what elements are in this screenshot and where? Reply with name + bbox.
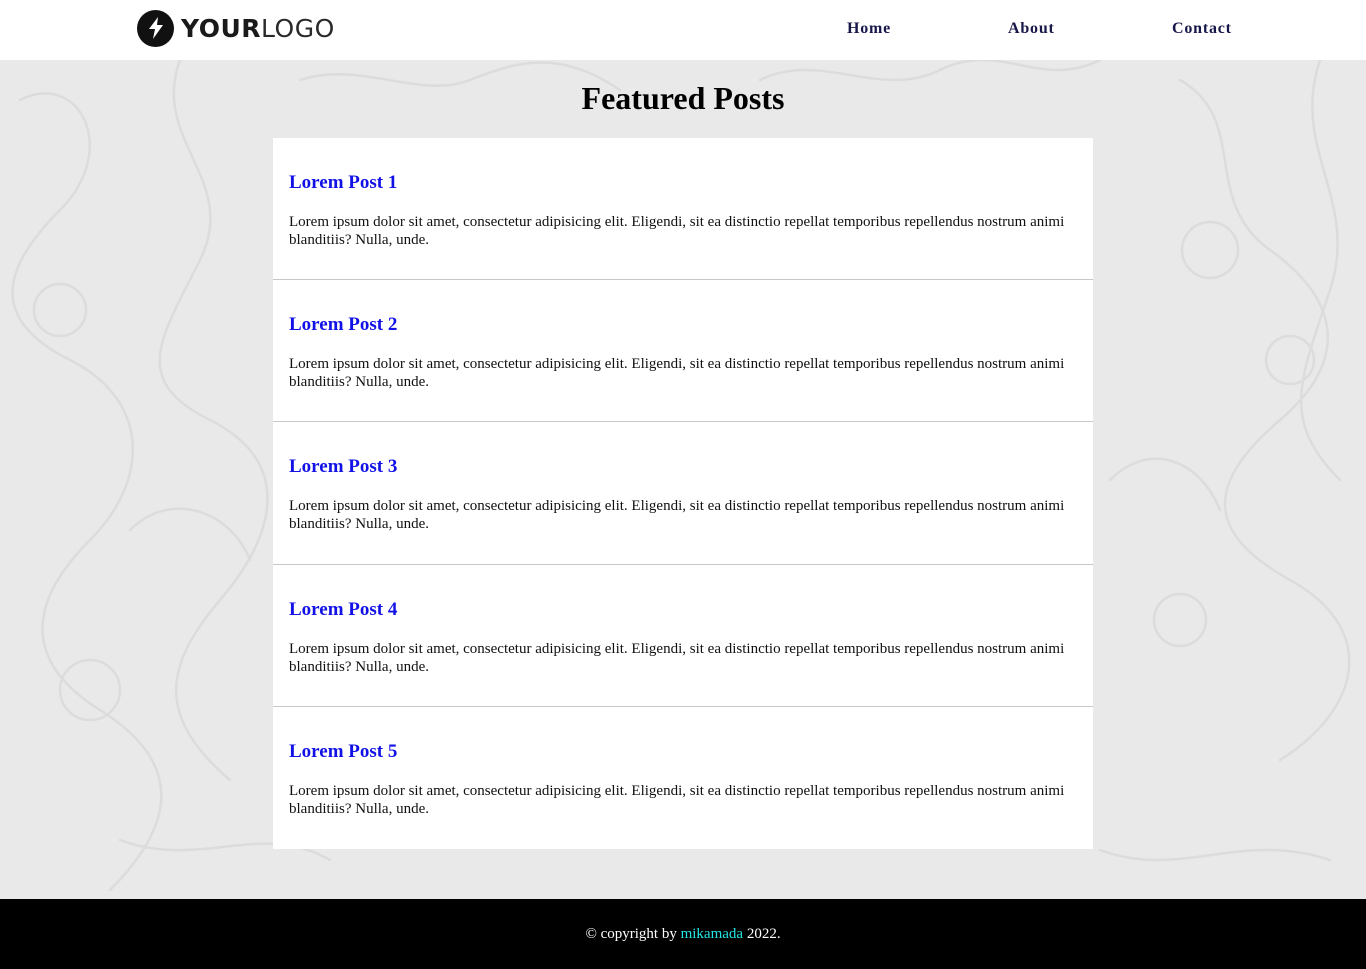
nav-link-contact[interactable]: Contact [1172,20,1232,38]
post-item: Lorem Post 3 Lorem ipsum dolor sit amet,… [273,422,1093,565]
post-excerpt: Lorem ipsum dolor sit amet, consectetur … [289,356,1065,391]
nav-link-home[interactable]: Home [847,20,891,38]
logo-text-bold: YOUR [181,13,262,43]
lightning-bolt-icon [137,9,174,47]
post-title-link[interactable]: Lorem Post 2 [289,313,397,337]
post-title-link[interactable]: Lorem Post 4 [289,598,397,622]
post-item: Lorem Post 2 Lorem ipsum dolor sit amet,… [273,280,1093,423]
site-logo[interactable]: YOURLOGO [137,9,335,47]
copyright-prefix: © copyright by [585,926,681,942]
featured-posts-list: Lorem Post 1 Lorem ipsum dolor sit amet,… [273,138,1093,849]
post-item: Lorem Post 4 Lorem ipsum dolor sit amet,… [273,565,1093,707]
post-excerpt: Lorem ipsum dolor sit amet, consectetur … [289,498,1065,533]
logo-text: YOURLOGO [181,16,335,41]
site-footer: © copyright by mikamada 2022. [0,899,1366,969]
post-item: Lorem Post 5 Lorem ipsum dolor sit amet,… [273,707,1093,849]
logo-text-light: LOGO [261,13,335,43]
post-title-link[interactable]: Lorem Post 5 [289,740,397,764]
author-link[interactable]: mikamada [681,926,743,942]
post-title-link[interactable]: Lorem Post 1 [289,171,397,195]
nav-link-about[interactable]: About [1008,20,1055,38]
copyright-text: © copyright by mikamada 2022. [0,924,1366,944]
site-header: YOURLOGO Home About Contact [0,0,1366,60]
copyright-suffix: 2022. [743,926,781,942]
post-excerpt: Lorem ipsum dolor sit amet, consectetur … [289,640,1065,675]
post-item: Lorem Post 1 Lorem ipsum dolor sit amet,… [273,138,1093,281]
post-excerpt: Lorem ipsum dolor sit amet, consectetur … [289,782,1065,817]
post-excerpt: Lorem ipsum dolor sit amet, consectetur … [289,214,1065,248]
post-title-link[interactable]: Lorem Post 3 [289,455,397,479]
page-title: Featured Posts [581,80,785,116]
